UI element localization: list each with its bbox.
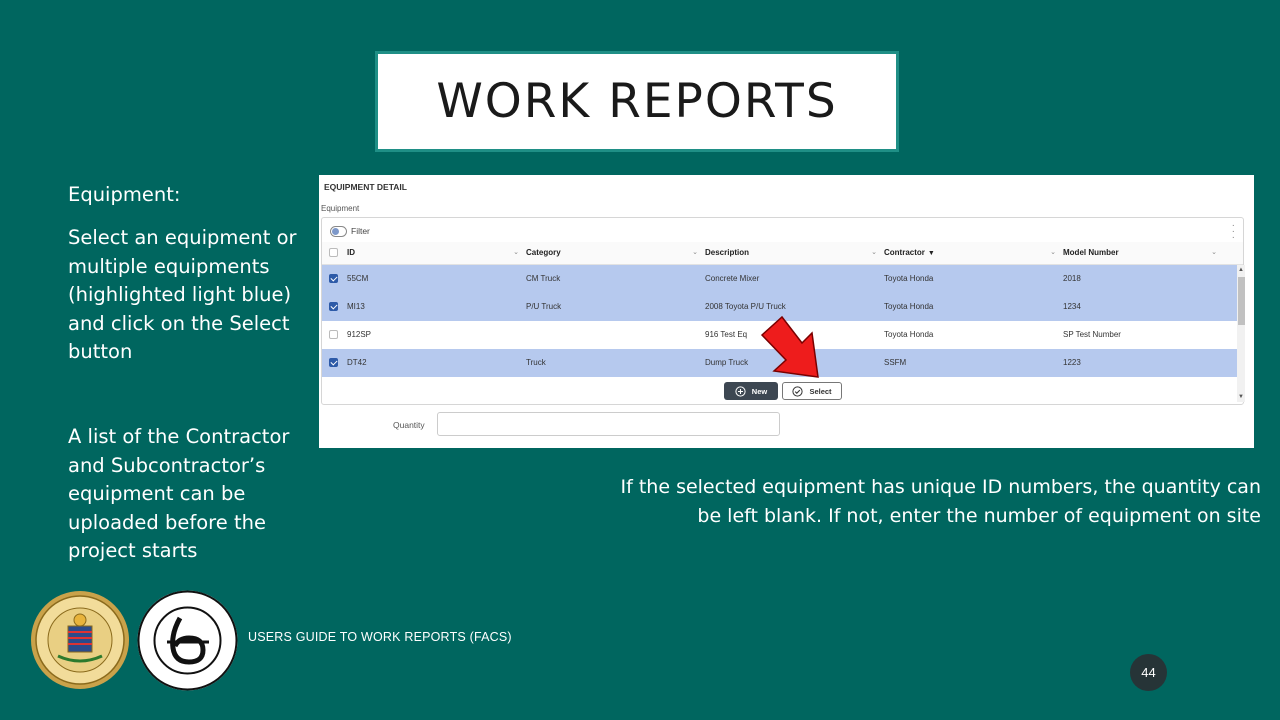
cell-category: P/U Truck [526, 302, 562, 311]
col-header-model-number[interactable]: Model Number ⌄ [1063, 242, 1221, 264]
cell-contractor: Toyota Honda [884, 302, 934, 311]
equipment-detail-panel: EQUIPMENT DETAIL Equipment Filter · · · ID… [319, 175, 1254, 448]
col-header-category[interactable]: Category ⌄ [526, 242, 702, 264]
red-arrow-icon [760, 315, 819, 378]
kebab-icon[interactable]: · · · [1232, 221, 1235, 243]
panel-title: EQUIPMENT DETAIL [324, 182, 407, 192]
plus-circle-icon [735, 385, 746, 397]
cell-contractor: Toyota Honda [884, 330, 934, 339]
check-circle-icon [792, 385, 804, 397]
cell-description: 916 Test Eq [705, 330, 748, 339]
sort-desc-icon: ▼ [927, 250, 935, 257]
scroll-up-icon: ▲ [1238, 267, 1244, 273]
grid-scrollbar[interactable]: ▲ ▼ [1237, 265, 1245, 402]
cell-model: 2018 [1063, 274, 1081, 283]
page-number: 44 [1130, 654, 1167, 691]
row-checkbox[interactable] [329, 330, 338, 339]
chevron-down-icon: ⌄ [1050, 249, 1056, 256]
quantity-field[interactable] [437, 412, 780, 436]
instruction-text: Select an equipment or multiple equipmen… [68, 226, 297, 363]
quantity-label: Quantity [393, 420, 425, 430]
filter-toggle[interactable]: Filter [330, 224, 370, 238]
col-header-id[interactable]: ID ⌄ [347, 242, 523, 264]
scroll-down-icon: ▼ [1238, 394, 1244, 400]
cell-id: DT42 [347, 358, 367, 367]
slide-title-box: WORK REPORTS [375, 51, 899, 152]
col-header-contractor[interactable]: Contractor ▼ ⌄ [884, 242, 1060, 264]
cell-id: MI13 [347, 302, 365, 311]
list-note-text: A list of the Contractor and Subcontract… [68, 425, 290, 562]
cell-category: CM Truck [526, 274, 561, 283]
panel-subtitle: Equipment [321, 204, 360, 213]
chevron-down-icon: ⌄ [513, 249, 519, 256]
cell-contractor: SSFM [884, 358, 907, 367]
col-header-description[interactable]: Description ⌄ [705, 242, 881, 264]
equipment-heading: Equipment: [68, 183, 181, 206]
slide-title: WORK REPORTS [436, 74, 838, 129]
cell-model: 1234 [1063, 302, 1081, 311]
toggle-icon[interactable] [330, 225, 347, 237]
grid-header: ID ⌄ Category ⌄ Description ⌄ Contractor ▼ ⌄ … [322, 242, 1243, 265]
chevron-down-icon: ⌄ [692, 249, 698, 256]
state-seal-logo [31, 591, 129, 689]
row-checkbox[interactable] [329, 274, 338, 283]
quantity-note: If the selected equipment has unique ID … [620, 476, 1261, 527]
select-all-checkbox[interactable] [329, 248, 338, 257]
cell-id: 912SP [347, 330, 372, 339]
row-checkbox[interactable] [329, 302, 338, 311]
chevron-down-icon: ⌄ [1211, 249, 1217, 256]
footer-text: USERS GUIDE TO WORK REPORTS (FACS) [248, 630, 512, 644]
dot-logo [137, 590, 238, 691]
scroll-thumb[interactable] [1238, 277, 1245, 325]
row-checkbox[interactable] [329, 358, 338, 367]
cell-category: Truck [526, 358, 546, 367]
cell-model: SP Test Number [1063, 330, 1121, 339]
cell-id: 55CM [347, 274, 369, 283]
cell-contractor: Toyota Honda [884, 274, 934, 283]
filter-label: Filter [351, 226, 370, 236]
cell-description: Concrete Mixer [705, 274, 760, 283]
cell-description: Dump Truck [705, 358, 749, 367]
chevron-down-icon: ⌄ [871, 249, 877, 256]
table-row[interactable]: 55CM CM Truck Concrete Mixer Toyota Hond… [322, 265, 1237, 294]
cell-model: 1223 [1063, 358, 1081, 367]
